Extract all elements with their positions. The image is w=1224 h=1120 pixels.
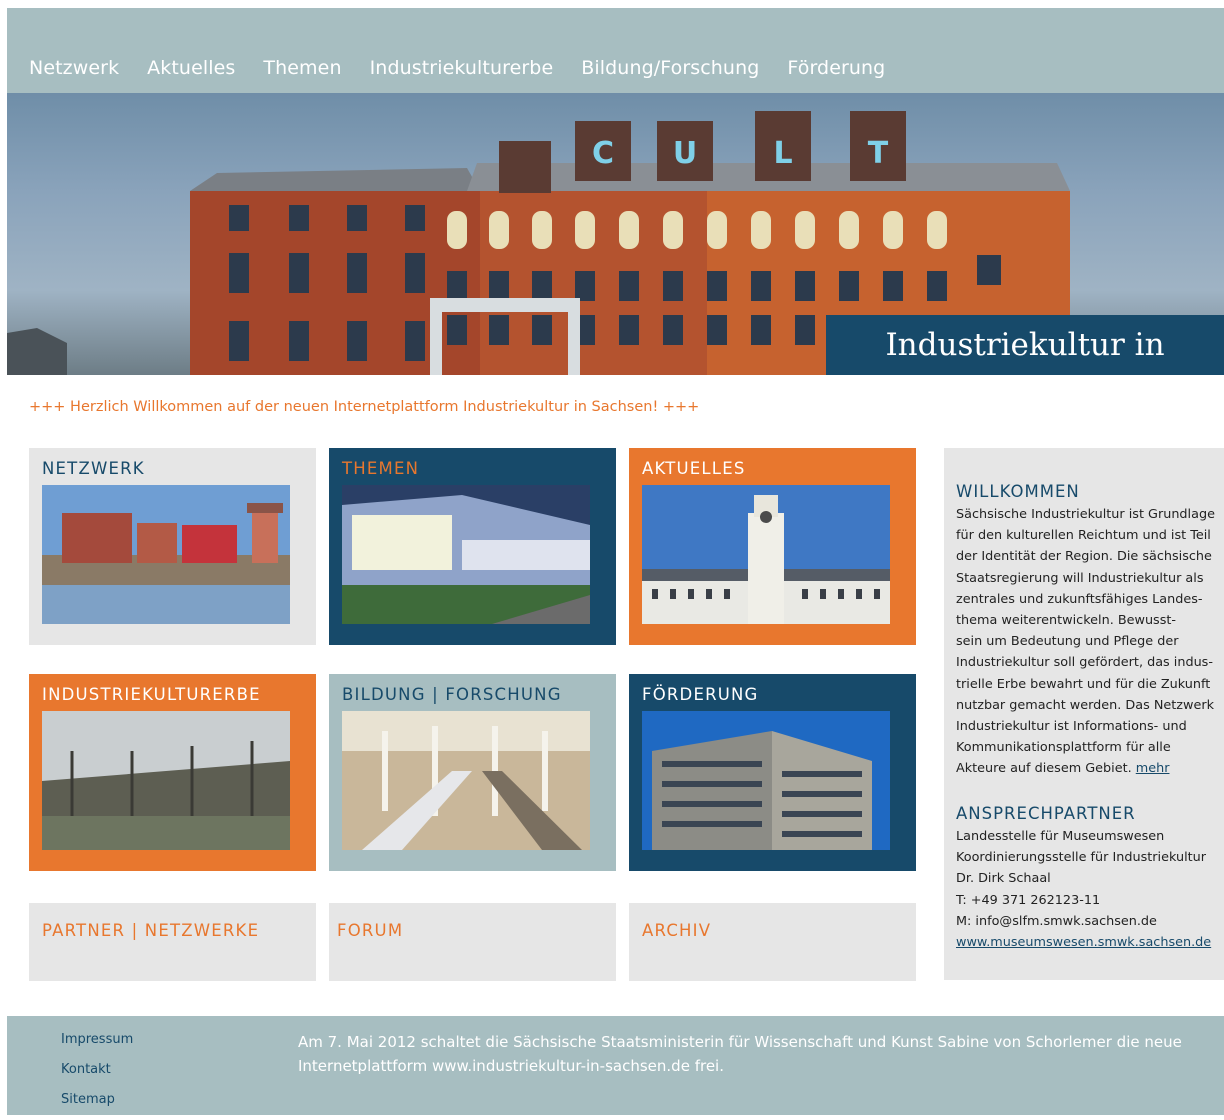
welcome-line: Staatsregierung will Industriekultur als: [956, 570, 1204, 586]
nav-aktuelles[interactable]: Aktuelles: [147, 57, 235, 79]
tile-foerderung-image[interactable]: [642, 711, 890, 850]
welcome-ticker: +++ Herzlich Willkommen auf der neuen In…: [29, 399, 700, 415]
welcome-line: sein um Bedeutung und Pflege der: [956, 634, 1179, 650]
tile-themen-image[interactable]: [342, 485, 590, 624]
tile-bildung-forschung-image[interactable]: [342, 711, 590, 850]
tile-aktuelles-image[interactable]: [642, 485, 890, 624]
welcome-line: trielle Erbe bewahrt und für die Zukunft: [956, 676, 1211, 692]
tile-foerderung-label: FÖRDERUNG: [642, 685, 759, 704]
footer-sitemap-link[interactable]: Sitemap: [61, 1090, 133, 1120]
top-navigation: Netzwerk Aktuelles Themen Industriekultu…: [7, 8, 1224, 93]
welcome-line: Sächsische Industriekultur ist Grundlage: [956, 507, 1215, 522]
nav-foerderung[interactable]: Förderung: [787, 57, 885, 79]
welcome-line: Industriekultur ist Informations- und: [956, 719, 1187, 735]
tile-bildung-forschung[interactable]: BILDUNG | FORSCHUNG: [329, 674, 616, 871]
welcome-line: thema weiterentwickeln. Bewusst-: [956, 613, 1177, 629]
tile-partner-netzwerke[interactable]: PARTNER | NETZWERKE: [29, 903, 316, 981]
nav-netzwerk[interactable]: Netzwerk: [29, 57, 119, 79]
tile-netzwerk[interactable]: NETZWERK: [29, 448, 316, 645]
sign-letter-c: C: [592, 136, 614, 171]
tile-foerderung[interactable]: FÖRDERUNG: [629, 674, 916, 871]
footer-impressum-link[interactable]: Impressum: [61, 1030, 133, 1060]
sign-letter-t: T: [868, 136, 889, 171]
welcome-line: der Identität der Region. Die sächsische: [956, 549, 1212, 565]
hero-banner: C U L T Industriekultur in Sachsen: [7, 93, 1224, 375]
welcome-line: Kommunikationsplattform für alle: [956, 740, 1171, 756]
tile-industriekulturerbe-image[interactable]: [42, 711, 290, 850]
tile-themen-label: THEMEN: [342, 459, 420, 478]
welcome-line: nutzbar gemacht werden. Das Netzwerk: [956, 697, 1215, 713]
tile-archiv[interactable]: ARCHIV: [629, 903, 916, 981]
contact-heading: ANSPRECHPARTNER: [956, 804, 1136, 823]
footer-kontakt-link[interactable]: Kontakt: [61, 1060, 133, 1090]
tile-forum[interactable]: FORUM: [329, 903, 616, 981]
nav-bildung-forschung[interactable]: Bildung/Forschung: [581, 57, 759, 79]
nav-themen[interactable]: Themen: [263, 57, 341, 79]
more-link[interactable]: mehr: [1136, 761, 1170, 776]
welcome-text: Sächsische Industriekultur ist Grundlage…: [956, 504, 1222, 780]
tile-netzwerk-label: NETZWERK: [42, 459, 145, 478]
contact-line: Dr. Dirk Schaal: [956, 871, 1051, 887]
welcome-line: Akteure auf diesem Gebiet.: [956, 761, 1132, 777]
tile-forum-label: FORUM: [337, 921, 404, 940]
welcome-line: zentrales und zukunftsfähiges Landes-: [956, 591, 1203, 607]
tile-bildung-forschung-label: BILDUNG | FORSCHUNG: [342, 685, 562, 704]
tile-aktuelles[interactable]: AKTUELLES: [629, 448, 916, 645]
tile-aktuelles-label: AKTUELLES: [642, 459, 746, 478]
contact-text: Landesstelle für Museumswesen Koordinier…: [956, 826, 1222, 953]
tile-industriekulturerbe[interactable]: INDUSTRIEKULTURERBE: [29, 674, 316, 871]
tile-themen[interactable]: THEMEN: [329, 448, 616, 645]
sign-letter-u: U: [673, 136, 697, 171]
nav-items: Netzwerk Aktuelles Themen Industriekultu…: [29, 57, 913, 79]
contact-line: T: +49 371 262123-11: [956, 892, 1101, 908]
hero-title: Industriekultur in Sachsen: [826, 315, 1224, 375]
nav-industriekulturerbe[interactable]: Industriekulturerbe: [370, 57, 554, 79]
welcome-heading: WILLKOMMEN: [956, 482, 1080, 501]
museumswesen-link[interactable]: www.museumswesen.smwk.sachsen.de: [956, 935, 1211, 950]
tile-netzwerk-image[interactable]: [42, 485, 290, 624]
sidebar-info: WILLKOMMEN Sächsische Industriekultur is…: [944, 448, 1224, 980]
footer: Impressum Kontakt Sitemap Am 7. Mai 2012…: [7, 1016, 1224, 1115]
contact-line: Landesstelle für Museumswesen: [956, 829, 1165, 844]
tile-industriekulturerbe-label: INDUSTRIEKULTURERBE: [42, 685, 261, 704]
sign-letter-l: L: [773, 136, 792, 171]
welcome-line: für den kulturellen Reichtum und ist Tei…: [956, 528, 1211, 544]
footer-announcement: Am 7. Mai 2012 schaltet die Sächsische S…: [298, 1033, 1182, 1075]
tile-partner-netzwerke-label: PARTNER | NETZWERKE: [42, 921, 260, 940]
footer-links: Impressum Kontakt Sitemap: [61, 1030, 133, 1120]
contact-line: Koordinierungsstelle für Industriekultur: [956, 850, 1207, 866]
tile-archiv-label: ARCHIV: [642, 921, 712, 940]
contact-line: M: info@slfm.smwk.sachsen.de: [956, 913, 1157, 929]
welcome-line: Industriekultur soll gefördert, das indu…: [956, 655, 1213, 671]
